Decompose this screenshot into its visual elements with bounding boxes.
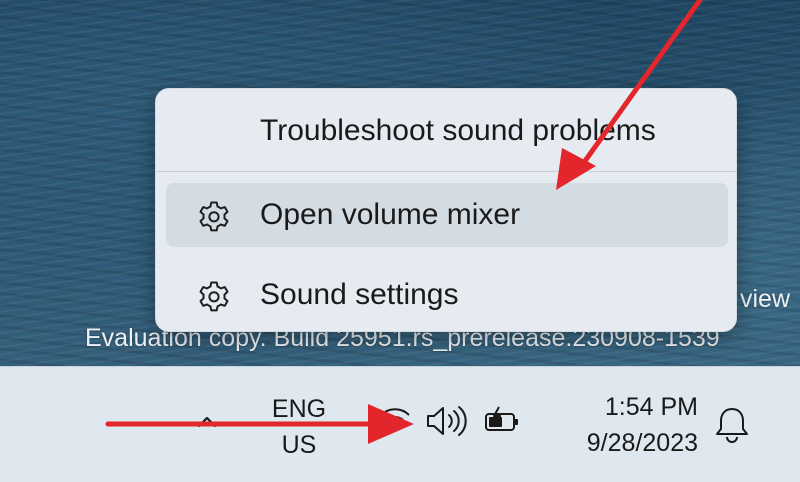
menu-item-open-volume-mixer[interactable]: Open volume mixer bbox=[166, 183, 728, 247]
network-icon[interactable] bbox=[378, 403, 412, 431]
gear-icon bbox=[196, 279, 232, 315]
menu-separator bbox=[156, 171, 736, 172]
clock-date: 9/28/2023 bbox=[586, 429, 698, 457]
clock-time: 1:54 PM bbox=[604, 393, 698, 421]
menu-item-label: Open volume mixer bbox=[260, 198, 521, 231]
menu-item-label: Troubleshoot sound problems bbox=[260, 114, 656, 147]
menu-item-troubleshoot-sound[interactable]: Troubleshoot sound problems bbox=[166, 99, 728, 163]
menu-item-label: Sound settings bbox=[260, 278, 459, 311]
bell-icon[interactable] bbox=[714, 405, 750, 445]
chevron-up-icon[interactable] bbox=[193, 412, 221, 432]
taskbar-clock[interactable]: 1:54 PM 9/28/2023 bbox=[548, 389, 698, 461]
screen: view Evaluation copy. Build 25951.rs_pre… bbox=[0, 0, 800, 482]
menu-item-sound-settings[interactable]: Sound settings bbox=[166, 263, 728, 327]
volume-icon[interactable] bbox=[424, 403, 468, 439]
gear-icon bbox=[196, 199, 232, 235]
language-code: ENG bbox=[271, 395, 327, 423]
watermark-line-1: view bbox=[739, 285, 790, 313]
battery-icon[interactable] bbox=[482, 403, 524, 439]
keyboard-region: US bbox=[281, 431, 317, 459]
sound-context-menu: Troubleshoot sound problems Open volume … bbox=[155, 88, 737, 332]
language-indicator[interactable]: ENG US bbox=[262, 391, 336, 463]
taskbar: ENG US 1:54 PM 9/28/2023 bbox=[0, 366, 800, 482]
